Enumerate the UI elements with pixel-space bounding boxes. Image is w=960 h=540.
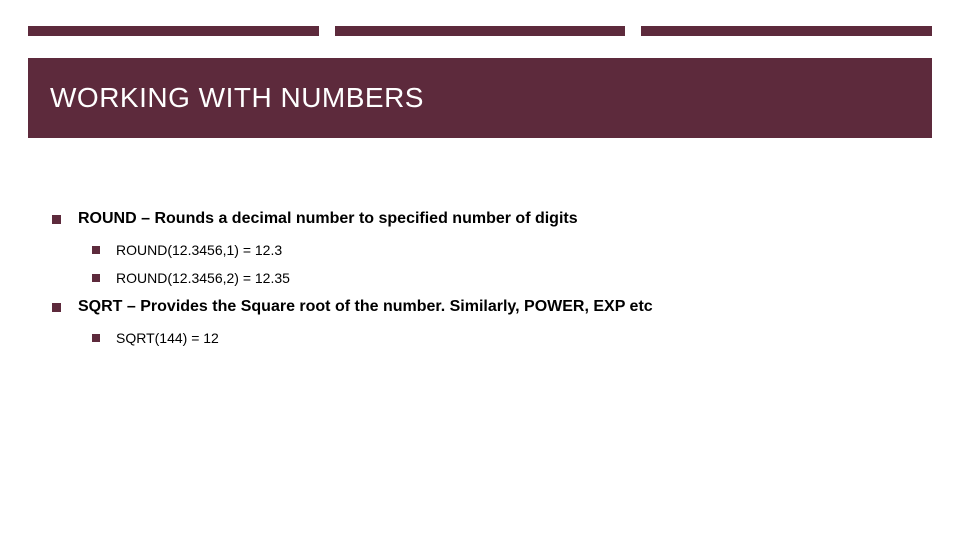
- accent-segment: [641, 26, 932, 36]
- bullet-rest: – Provides the Square root of the number…: [122, 298, 652, 315]
- accent-segment: [28, 26, 319, 36]
- bullet-rest: – Rounds a decimal number to specified n…: [137, 210, 578, 227]
- accent-stripe: [28, 26, 932, 36]
- bullet-strong: SQRT: [78, 298, 122, 315]
- sub-bullet: ROUND(12.3456,1) = 12.3: [92, 242, 920, 258]
- bullet-sqrt: SQRT – Provides the Square root of the n…: [52, 298, 920, 346]
- bullet-strong: ROUND: [78, 210, 137, 227]
- bullet-round: ROUND – Rounds a decimal number to speci…: [52, 210, 920, 286]
- sub-bullet: ROUND(12.3456,2) = 12.35: [92, 270, 920, 286]
- slide-content: ROUND – Rounds a decimal number to speci…: [52, 210, 920, 358]
- slide-title: WORKING WITH NUMBERS: [50, 82, 424, 114]
- title-bar: WORKING WITH NUMBERS: [28, 58, 932, 138]
- accent-segment: [335, 26, 626, 36]
- sub-bullet: SQRT(144) = 12: [92, 330, 920, 346]
